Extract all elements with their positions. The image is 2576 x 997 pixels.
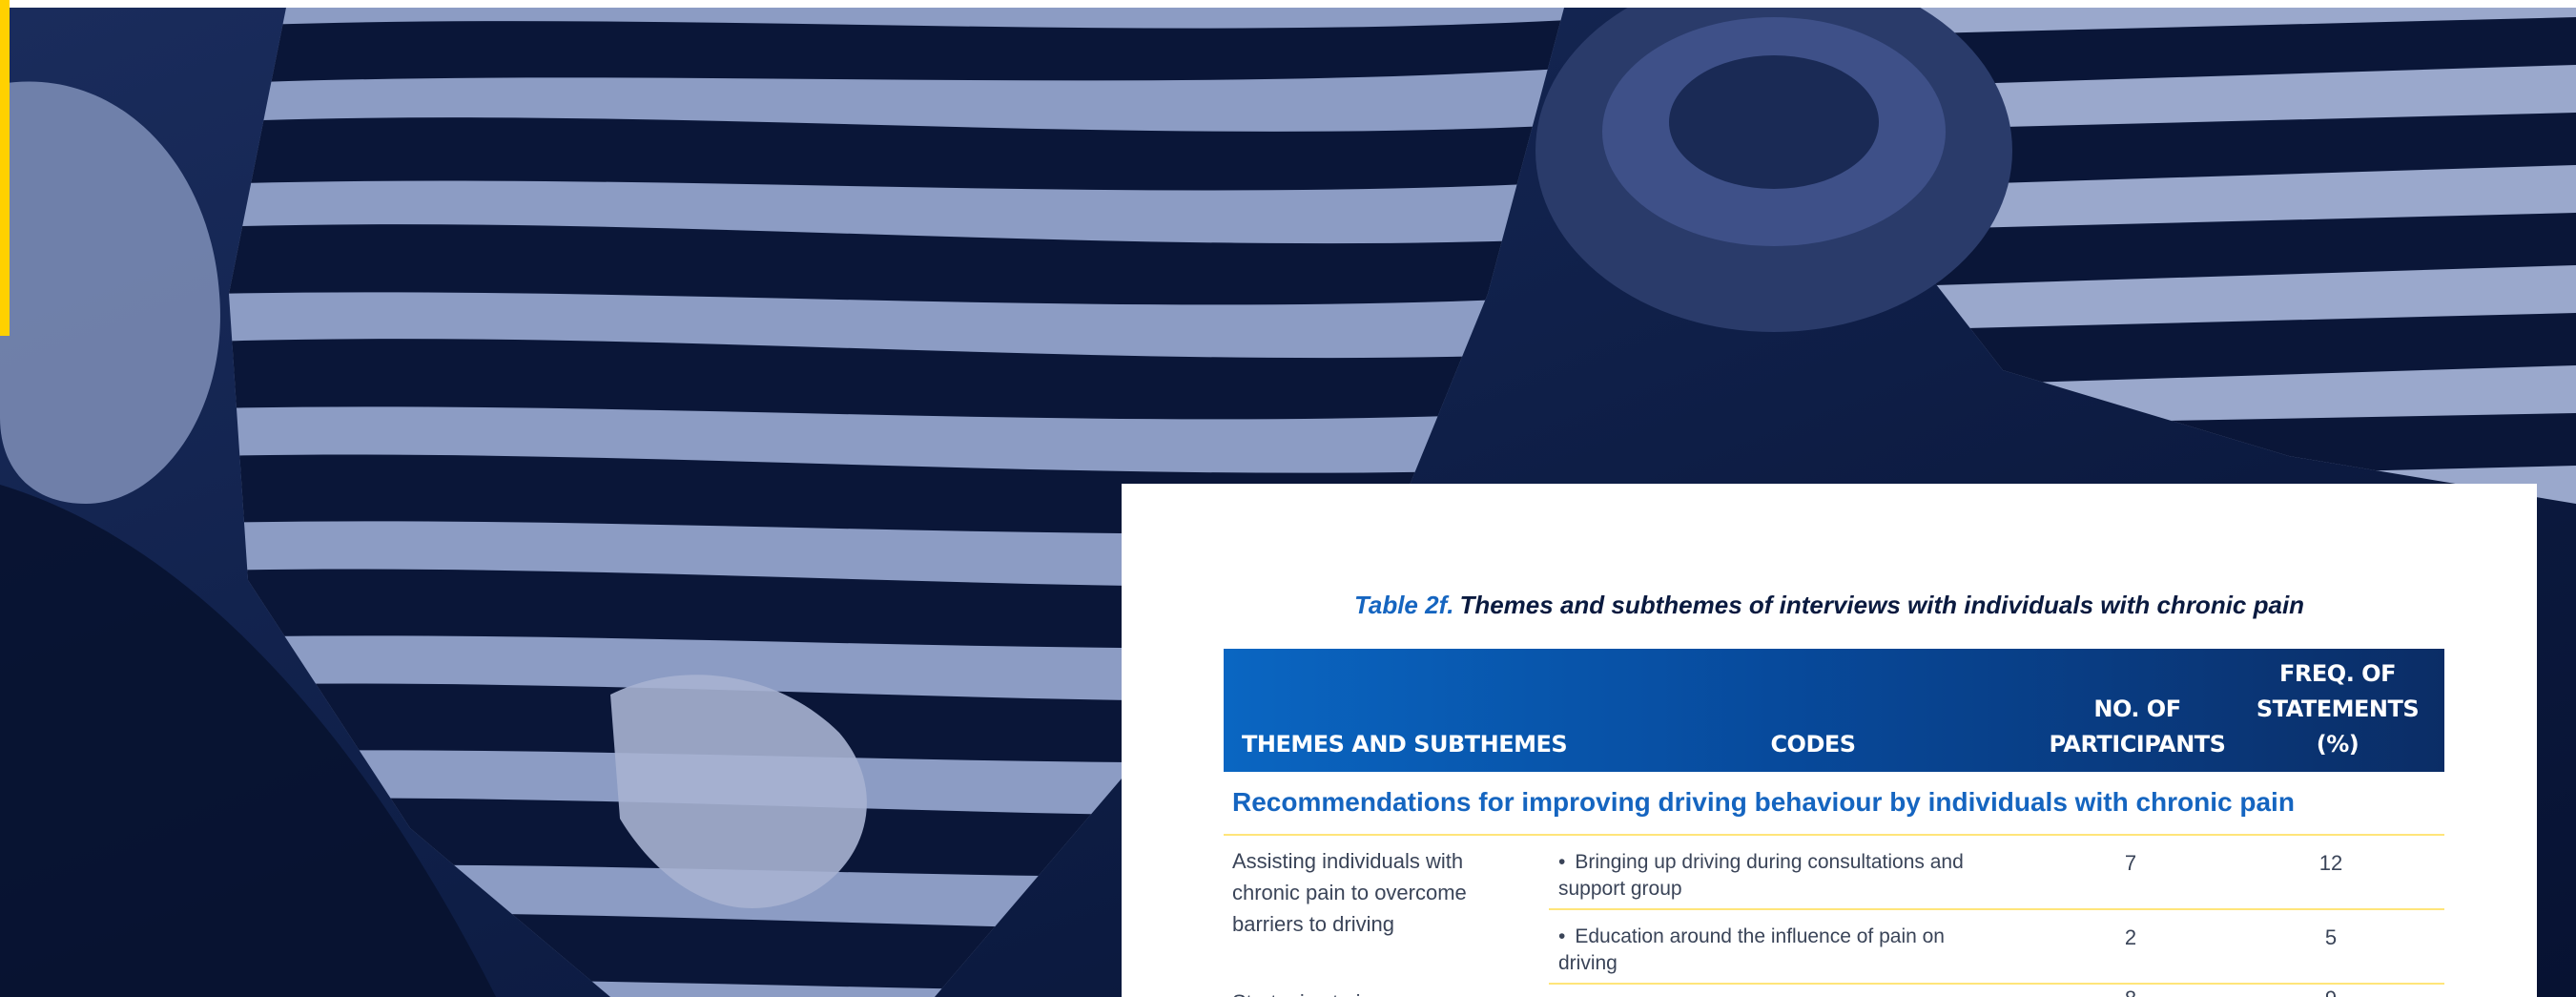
header-participants-line1: NO. OF bbox=[2093, 696, 2181, 722]
header-participants: NO. OF PARTICIPANTS bbox=[2042, 692, 2233, 762]
table-row: • Education around the influence of pain … bbox=[1549, 910, 2444, 985]
frequency-cell: 5 bbox=[2324, 925, 2338, 949]
table-row: • Bringing up driving during consultation… bbox=[1549, 836, 2444, 910]
header-participants-line2: PARTICIPANTS bbox=[2049, 731, 2226, 758]
code-text: Bringing up driving during consultations… bbox=[1558, 851, 1964, 900]
caption-text: Themes and subthemes of interviews with … bbox=[1459, 591, 2305, 619]
top-strip bbox=[0, 0, 2576, 8]
header-frequency: FREQ. OF STATEMENTS (%) bbox=[2242, 656, 2433, 762]
header-freq-line3: (%) bbox=[2316, 731, 2360, 758]
accent-bar bbox=[0, 0, 10, 336]
participants-cell: 8 bbox=[2035, 987, 2226, 997]
code-cell: • Bringing up driving during consultation… bbox=[1558, 849, 2007, 903]
participants-cell: 7 bbox=[2124, 851, 2137, 875]
code-text: Education around the influence of pain o… bbox=[1558, 925, 1945, 974]
theme-cell: Strategies to improve bbox=[1232, 987, 1509, 997]
table-header: THEMES AND SUBTHEMES CODES NO. OF PARTIC… bbox=[1224, 649, 2444, 772]
table-caption: Table 2f. Themes and subthemes of intervi… bbox=[1122, 591, 2537, 620]
frequency-cell: 9 bbox=[2236, 987, 2426, 997]
frequency-cell: 12 bbox=[2318, 851, 2343, 875]
caption-label: Table 2f. bbox=[1353, 591, 1454, 619]
table-card: Table 2f. Themes and subthemes of intervi… bbox=[1122, 484, 2537, 997]
theme-cell: Assisting individuals with chronic pain … bbox=[1232, 849, 1467, 936]
header-freq-line1: FREQ. OF bbox=[2279, 660, 2396, 687]
code-cell: • Education around the influence of pain … bbox=[1558, 924, 2007, 977]
participants-cell: 2 bbox=[2124, 925, 2137, 949]
section-title: Recommendations for improving driving be… bbox=[1232, 787, 2295, 817]
header-themes: THEMES AND SUBTHEMES bbox=[1242, 727, 1568, 762]
bullet-icon: • bbox=[1558, 851, 1566, 873]
bullet-icon: • bbox=[1558, 925, 1566, 947]
header-codes-label: CODES bbox=[1770, 731, 1856, 758]
header-freq-line2: STATEMENTS bbox=[2256, 696, 2420, 722]
header-themes-label: THEMES AND SUBTHEMES bbox=[1242, 731, 1568, 758]
